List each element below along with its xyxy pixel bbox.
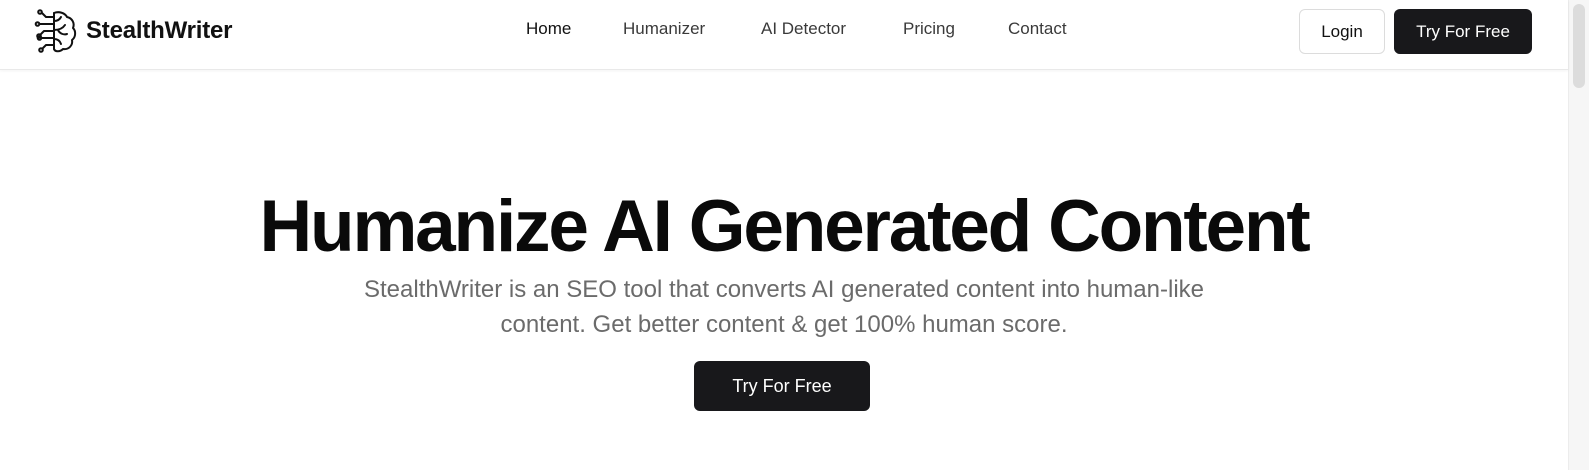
page-scrollbar[interactable] — [1568, 0, 1589, 470]
try-for-free-hero-button[interactable]: Try For Free — [694, 361, 870, 411]
top-navbar: StealthWriter Home Humanizer AI Detector… — [0, 0, 1568, 70]
brand-logo-link[interactable]: StealthWriter — [32, 7, 233, 55]
hero-subtitle: StealthWriter is an SEO tool that conver… — [363, 276, 1204, 338]
nav-humanizer[interactable]: Humanizer — [623, 19, 705, 39]
login-button[interactable]: Login — [1299, 9, 1385, 54]
hero-title: Humanize AI Generated Content — [259, 186, 1311, 267]
brain-circuit-icon — [34, 9, 77, 53]
brand-name: StealthWriter — [86, 17, 233, 44]
scrollbar-thumb[interactable] — [1573, 4, 1585, 88]
hero-section: Humanize AI Generated Content StealthWri… — [0, 70, 1568, 470]
nav-pricing[interactable]: Pricing — [903, 19, 955, 39]
nav-ai-detector[interactable]: AI Detector — [761, 19, 846, 39]
try-for-free-nav-button[interactable]: Try For Free — [1394, 9, 1532, 54]
nav-contact[interactable]: Contact — [1008, 19, 1067, 39]
nav-home[interactable]: Home — [526, 19, 571, 39]
